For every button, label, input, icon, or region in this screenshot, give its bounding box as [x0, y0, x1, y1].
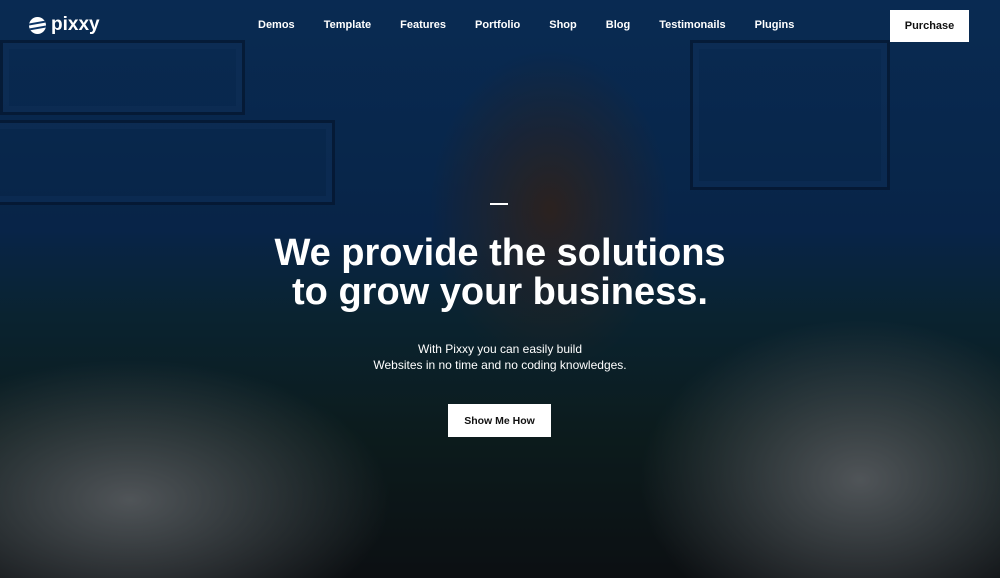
logo[interactable]: pixxy [29, 14, 100, 36]
nav-testimonials[interactable]: Testimonails [659, 19, 725, 31]
hero-title-line: to grow your business. [292, 271, 708, 313]
nav-shop[interactable]: Shop [549, 19, 577, 31]
nav-portfolio[interactable]: Portfolio [475, 19, 520, 31]
nav-blog[interactable]: Blog [606, 19, 630, 31]
nav-template[interactable]: Template [324, 19, 371, 31]
site-header: pixxy Demos Template Features Portfolio … [0, 0, 1000, 52]
hero-subtitle-line: With Pixxy you can easily build [417, 342, 583, 356]
hero-title-line: We provide the solutions [274, 232, 726, 274]
logo-icon [29, 16, 46, 34]
nav-plugins[interactable]: Plugins [755, 19, 795, 31]
hero-title: We provide the solutions to grow your bus… [0, 234, 1000, 312]
logo-text: pixxy [51, 14, 100, 35]
hero-subtitle-line: Websites in no time and no coding knowle… [373, 358, 627, 372]
purchase-button[interactable]: Purchase [890, 10, 969, 42]
main-nav: Demos Template Features Portfolio Shop B… [258, 19, 794, 31]
nav-features[interactable]: Features [400, 19, 446, 31]
nav-demos[interactable]: Demos [258, 19, 295, 31]
show-me-how-button[interactable]: Show Me How [448, 404, 551, 437]
hero-divider [490, 203, 508, 205]
hero-subtitle: With Pixxy you can easily build Websites … [0, 341, 1000, 373]
